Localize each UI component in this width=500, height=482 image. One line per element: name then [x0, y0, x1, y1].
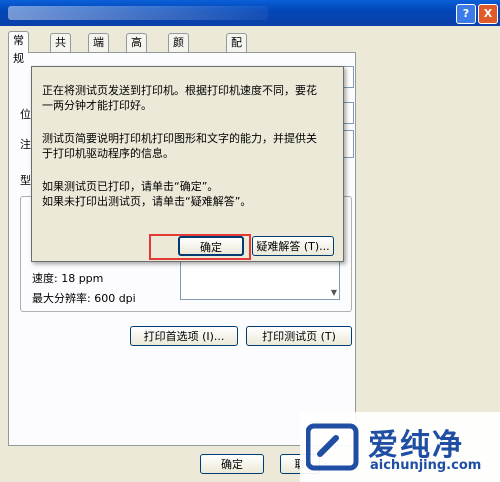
dialog-troubleshoot-button[interactable]: 疑难解答 (T)... — [252, 236, 334, 256]
site-watermark: 爱纯净 aichunjing.com — [300, 412, 500, 482]
tab-advanced[interactable]: 高级 — [126, 33, 147, 67]
close-button[interactable]: X — [478, 4, 498, 24]
dialog-message-2-line-2: 于打印机驱动程序的信息。 — [42, 147, 174, 160]
tab-general[interactable]: 常规 — [8, 31, 29, 65]
watermark-url: aichunjing.com — [370, 458, 482, 473]
window-title-blurred — [8, 6, 268, 20]
help-button[interactable]: ? — [456, 4, 476, 24]
max-resolution-label: 最大分辨率: 600 dpi — [32, 292, 136, 305]
dialog-message-2-line-1: 测试页简要说明打印机打印图形和文字的能力，并提供关 — [42, 132, 317, 145]
dialog-message-3-line-2: 如果未打印出测试页，请单击“疑难解答”。 — [42, 195, 252, 208]
footer-ok-button[interactable]: 确定 — [200, 454, 264, 474]
comment-label: 注 — [20, 138, 31, 151]
tab-device-settings[interactable]: 配置 — [226, 33, 247, 67]
model-label: 型 — [20, 174, 31, 187]
dialog-message-1-line-1: 正在将测试页发送到打印机。根据打印机速度不同，要花 — [42, 84, 317, 97]
window-title-bar: ? X — [0, 0, 500, 26]
dialog-message-3: 如果测试页已打印，请单击“确定”。 如果未打印出测试页，请单击“疑难解答”。 — [42, 179, 337, 209]
test-page-dialog: 正在将测试页发送到打印机。根据打印机速度不同，要花 一两分钟才能打印好。 测试页… — [31, 66, 344, 262]
print-test-page-button[interactable]: 打印测试页 (T) — [246, 326, 352, 346]
dialog-message-1: 正在将测试页发送到打印机。根据打印机速度不同，要花 一两分钟才能打印好。 — [42, 83, 337, 113]
location-label: 位 — [20, 108, 31, 121]
tab-color-management[interactable]: 颜色管理 — [168, 33, 189, 103]
dialog-message-2: 测试页简要说明打印机打印图形和文字的能力，并提供关 于打印机驱动程序的信息。 — [42, 131, 337, 161]
ok-button-highlight — [149, 234, 251, 260]
speed-label: 速度: 18 ppm — [32, 272, 104, 285]
printing-preferences-button[interactable]: 打印首选项 (I)... — [130, 326, 238, 346]
scroll-down-icon[interactable]: ▼ — [331, 288, 337, 297]
watermark-logo-icon — [306, 423, 359, 471]
dialog-message-3-line-1: 如果测试页已打印，请单击“确定”。 — [42, 180, 219, 193]
dialog-message-1-line-2: 一两分钟才能打印好。 — [42, 99, 152, 112]
tab-ports[interactable]: 端口 — [88, 33, 109, 67]
tab-sharing[interactable]: 共享 — [50, 33, 71, 67]
